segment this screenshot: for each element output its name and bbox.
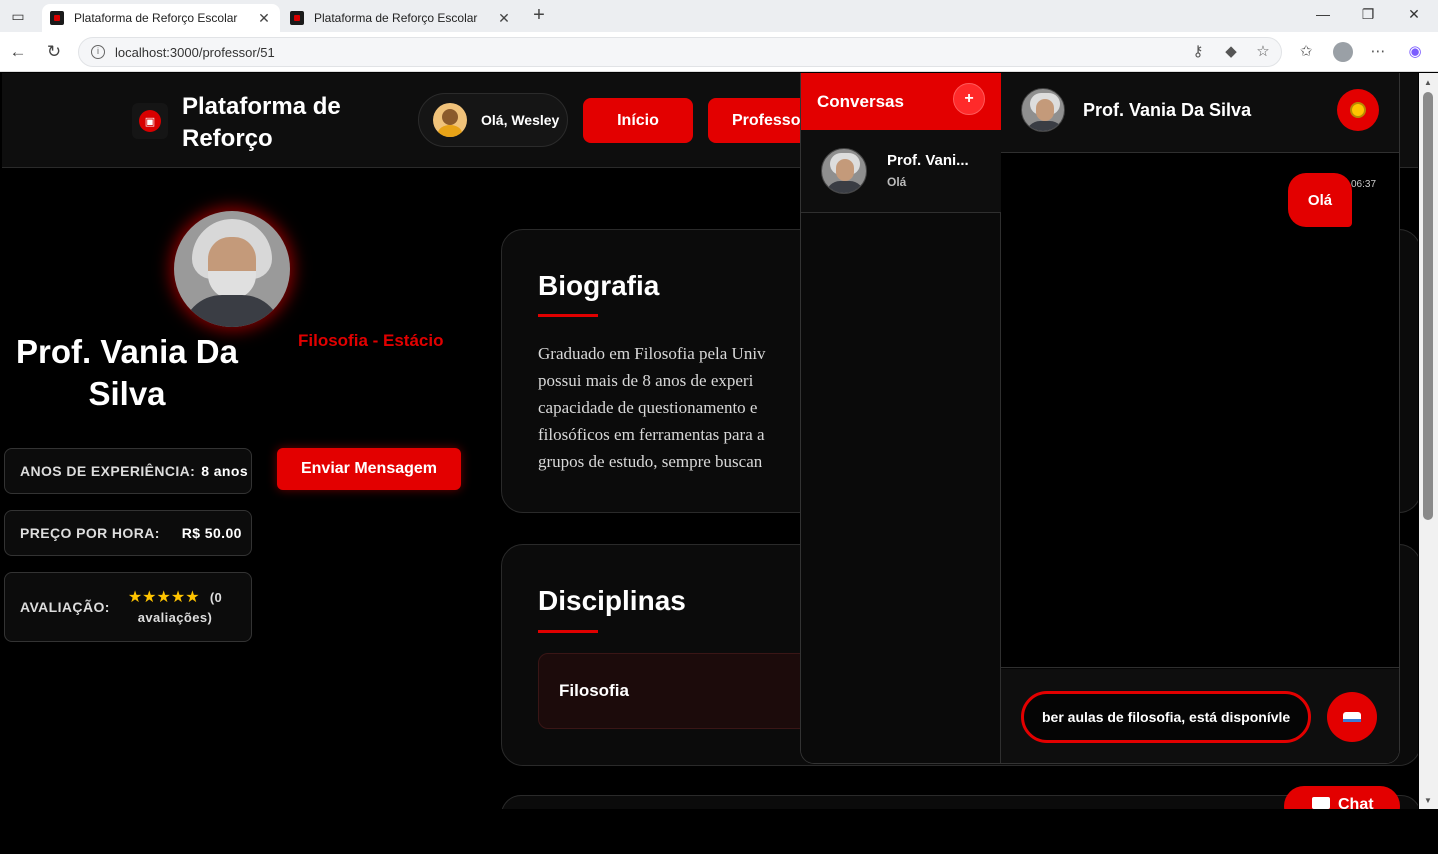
chat-icon bbox=[1312, 797, 1330, 809]
tab-title: Plataforma de Reforço Escolar bbox=[314, 11, 478, 25]
tag-icon[interactable]: ◆ bbox=[1221, 42, 1241, 60]
favicon-icon bbox=[50, 11, 64, 25]
tab-actions-icon[interactable]: ▭ bbox=[8, 6, 28, 26]
browser-tab-2[interactable]: Plataforma de Reforço Escolar ✕ bbox=[282, 4, 520, 32]
rating-value: ★★★★★ (0 avaliações) bbox=[128, 587, 222, 628]
minimize-icon[interactable]: — bbox=[1313, 6, 1333, 22]
conversations-header: Conversas + bbox=[801, 73, 1001, 130]
favicon-icon bbox=[290, 11, 304, 25]
price-value: R$ 50.00 bbox=[181, 525, 242, 541]
message-time: 06:37 bbox=[1351, 179, 1377, 190]
close-icon[interactable]: ✕ bbox=[256, 10, 272, 27]
taskbar-area bbox=[0, 809, 1438, 854]
message-input[interactable] bbox=[1021, 691, 1311, 743]
conversations-title: Conversas bbox=[817, 91, 904, 111]
conversation-preview: Olá bbox=[887, 175, 907, 189]
more-icon[interactable]: ⋯ bbox=[1368, 42, 1388, 60]
scroll-up-icon[interactable]: ▲ bbox=[1424, 78, 1432, 87]
send-icon[interactable] bbox=[1327, 692, 1377, 742]
favorite-star-icon[interactable]: ☆ bbox=[1253, 42, 1273, 60]
biography-title: Biografia bbox=[538, 270, 660, 301]
browser-tabbar: ▭ Plataforma de Reforço Escolar ✕ Plataf… bbox=[0, 0, 1438, 32]
subject-tag: Filosofia - Estácio bbox=[298, 331, 444, 350]
experience-value: 8 anos bbox=[201, 463, 249, 479]
site-info-icon[interactable]: i bbox=[91, 45, 105, 59]
reload-icon[interactable]: ↻ bbox=[44, 42, 64, 62]
url-text: localhost:3000/professor/51 bbox=[115, 44, 275, 60]
close-icon[interactable]: ✕ bbox=[496, 10, 512, 27]
key-icon[interactable]: ⚷ bbox=[1188, 42, 1208, 60]
thread-contact-name: Prof. Vania Da Silva bbox=[1083, 100, 1252, 120]
title-underline bbox=[538, 314, 598, 317]
scroll-down-icon[interactable]: ▼ bbox=[1424, 796, 1432, 805]
browser-toolbar: ← ↻ i localhost:3000/professor/51 ⚷ ◆ ☆ … bbox=[0, 32, 1438, 72]
new-conversation-button[interactable]: + bbox=[953, 83, 985, 115]
profile-icon[interactable] bbox=[1333, 42, 1353, 62]
browser-tab-1[interactable]: Plataforma de Reforço Escolar ✕ bbox=[42, 4, 280, 32]
experience-label: ANOS DE EXPERIÊNCIA: bbox=[20, 463, 196, 479]
professor-name: Prof. Vania Da Silva bbox=[16, 333, 238, 412]
rating-count: (0 bbox=[209, 589, 223, 605]
nav-inicio-button[interactable]: Início bbox=[583, 98, 693, 143]
rating-stars-icon: ★★★★★ bbox=[127, 588, 200, 606]
conversation-item[interactable]: Prof. Vani... Olá bbox=[801, 130, 1001, 213]
user-menu[interactable]: Olá, Wesley bbox=[418, 93, 568, 147]
restore-icon[interactable]: ❐ bbox=[1358, 6, 1378, 23]
avatar bbox=[1021, 88, 1065, 132]
tab-title: Plataforma de Reforço Escolar bbox=[74, 11, 238, 25]
scrollbar-thumb[interactable] bbox=[1423, 92, 1433, 520]
new-tab-icon[interactable]: + bbox=[528, 4, 550, 26]
title-underline bbox=[538, 630, 598, 633]
next-card bbox=[501, 795, 1418, 809]
message-bubble: Olá bbox=[1288, 173, 1352, 227]
medal-icon[interactable] bbox=[1337, 89, 1379, 131]
message-list: Olá 06:37 bbox=[1001, 153, 1399, 668]
message-composer bbox=[1001, 669, 1399, 763]
conversations-list: Conversas + Prof. Vani... Olá bbox=[801, 73, 1001, 763]
thread-header: Prof. Vania Da Silva bbox=[1001, 73, 1399, 153]
chat-fab-label: Chat bbox=[1338, 796, 1374, 809]
greeting: Olá, Wesley bbox=[481, 112, 560, 128]
page: ▣ Plataforma de Reforço Olá, Wesley Iníc… bbox=[2, 73, 1418, 809]
logo-text[interactable]: Plataforma de Reforço bbox=[182, 91, 382, 155]
price-label: PREÇO POR HORA: bbox=[20, 525, 160, 541]
logo-icon[interactable]: ▣ bbox=[132, 103, 168, 139]
address-bar[interactable]: i localhost:3000/professor/51 bbox=[78, 37, 1282, 67]
avatar bbox=[821, 148, 867, 194]
window-close-icon[interactable]: ✕ bbox=[1404, 6, 1424, 23]
rating-label: AVALIAÇÃO: bbox=[20, 599, 110, 615]
chat-fab-button[interactable]: Chat bbox=[1284, 786, 1400, 809]
conversation-name: Prof. Vani... bbox=[887, 152, 969, 169]
chat-thread: Prof. Vania Da Silva Olá 06:37 bbox=[1001, 73, 1399, 763]
chat-panel: Conversas + Prof. Vani... Olá Prof. Vani… bbox=[800, 73, 1400, 764]
copilot-icon[interactable]: ◉ bbox=[1405, 42, 1425, 60]
rating-box: AVALIAÇÃO: ★★★★★ (0 avaliações) bbox=[4, 572, 252, 642]
price-box: PREÇO POR HORA: R$ 50.00 bbox=[4, 510, 252, 556]
rating-count-label: avaliações) bbox=[137, 609, 213, 625]
experience-box: ANOS DE EXPERIÊNCIA: 8 anos bbox=[4, 448, 252, 494]
back-icon[interactable]: ← bbox=[8, 42, 28, 62]
professor-avatar bbox=[174, 211, 290, 327]
disciplines-title: Disciplinas bbox=[538, 585, 686, 616]
avatar bbox=[433, 103, 467, 137]
favorites-icon[interactable]: ✩ bbox=[1296, 42, 1316, 60]
send-message-button[interactable]: Enviar Mensagem bbox=[277, 448, 461, 490]
